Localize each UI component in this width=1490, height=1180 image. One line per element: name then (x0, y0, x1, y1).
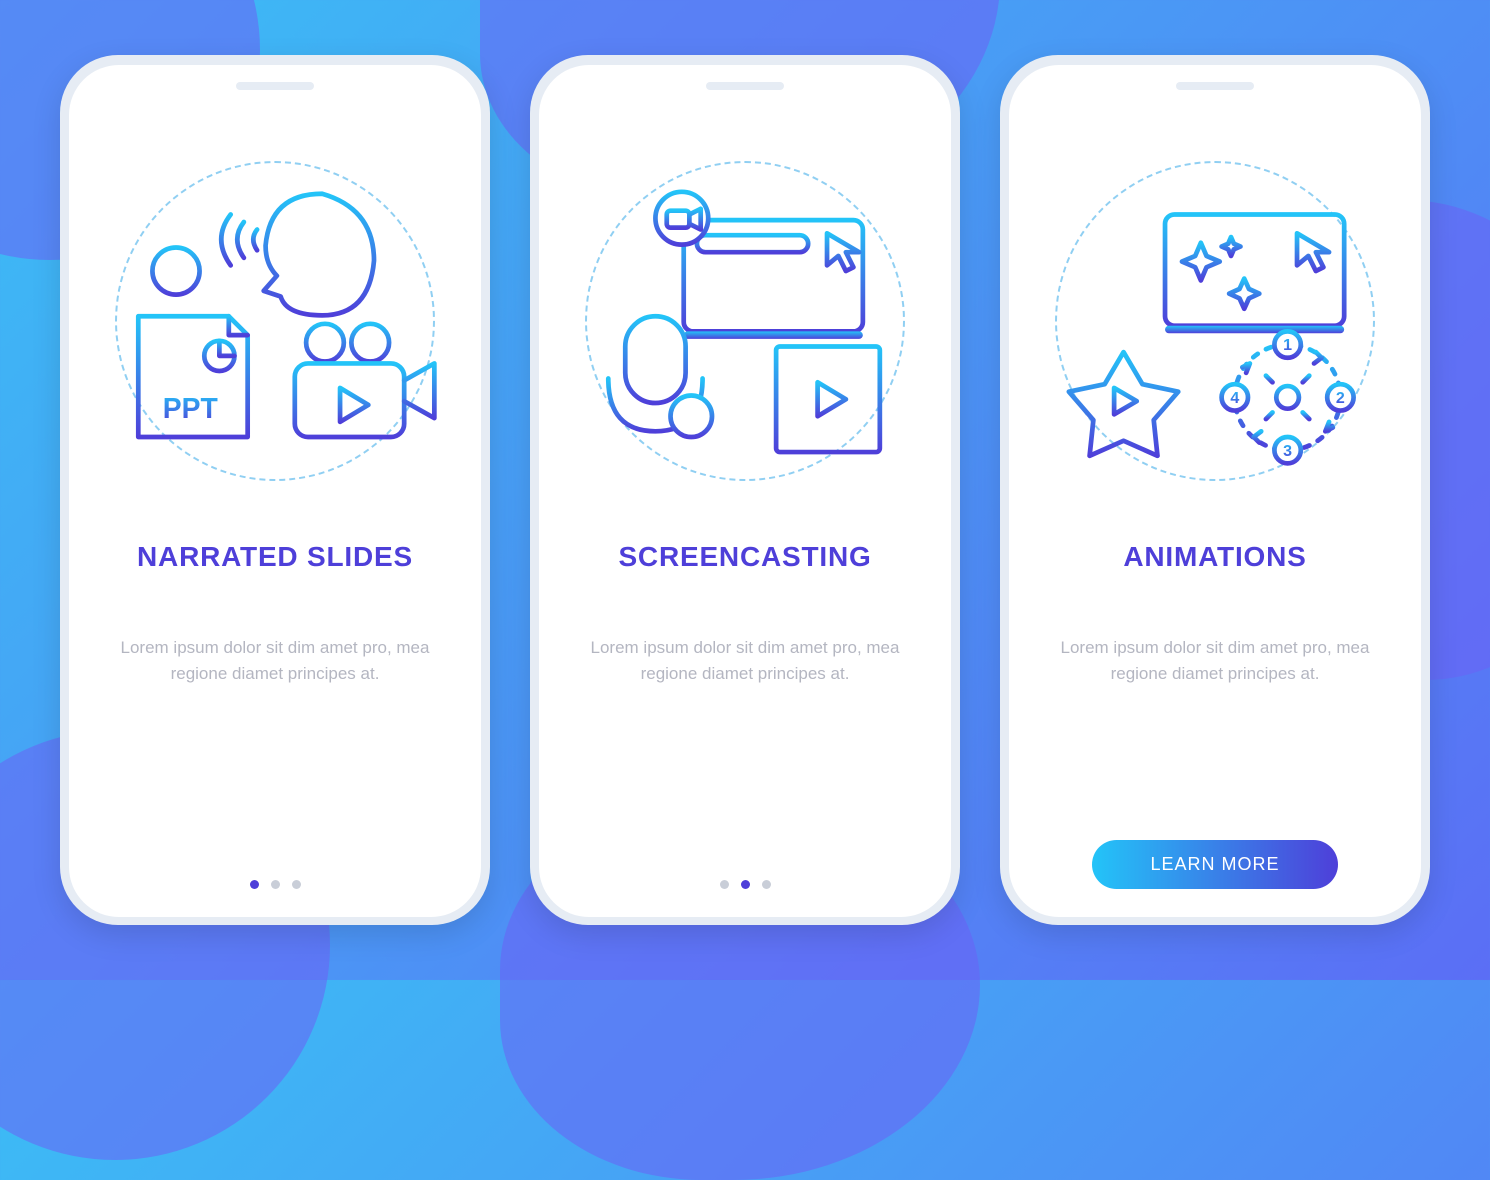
screen-title: ANIMATIONS (1123, 541, 1306, 573)
learn-more-button[interactable]: LEARN MORE (1092, 840, 1337, 889)
animations-icon: 1 2 3 4 (1050, 176, 1380, 466)
phone-mockup-2: SCREENCASTING Lorem ipsum dolor sit dim … (530, 55, 960, 925)
svg-text:PPT: PPT (163, 392, 218, 424)
screen-title: SCREENCASTING (618, 541, 871, 573)
page-dot[interactable] (762, 880, 771, 889)
screen-body: Lorem ipsum dolor sit dim amet pro, mea … (580, 635, 910, 688)
narrated-slides-icon: PPT (110, 176, 440, 466)
illustration-screencasting (580, 161, 910, 481)
phone-speaker (706, 82, 784, 90)
page-dot[interactable] (741, 880, 750, 889)
page-dots (720, 880, 771, 889)
page-dots (250, 880, 301, 889)
screencasting-icon (580, 176, 910, 466)
page-dot[interactable] (292, 880, 301, 889)
screen-body: Lorem ipsum dolor sit dim amet pro, mea … (1050, 635, 1380, 688)
screen-body: Lorem ipsum dolor sit dim amet pro, mea … (110, 635, 440, 688)
page-dot[interactable] (720, 880, 729, 889)
svg-text:3: 3 (1283, 442, 1292, 460)
svg-text:1: 1 (1283, 336, 1292, 354)
phone-speaker (1176, 82, 1254, 90)
illustration-animations: 1 2 3 4 (1050, 161, 1380, 481)
phone-mockup-3: 1 2 3 4 ANIMATIONS Lorem ipsum dolor sit… (1000, 55, 1430, 925)
page-dot[interactable] (250, 880, 259, 889)
phone-mockup-1: PPT NARRATED SLIDES Lorem ipsum dolor si… (60, 55, 490, 925)
screen-title: NARRATED SLIDES (137, 541, 413, 573)
phone-speaker (236, 82, 314, 90)
svg-text:2: 2 (1336, 389, 1345, 407)
page-dot[interactable] (271, 880, 280, 889)
illustration-narrated-slides: PPT (110, 161, 440, 481)
svg-text:4: 4 (1230, 389, 1239, 407)
